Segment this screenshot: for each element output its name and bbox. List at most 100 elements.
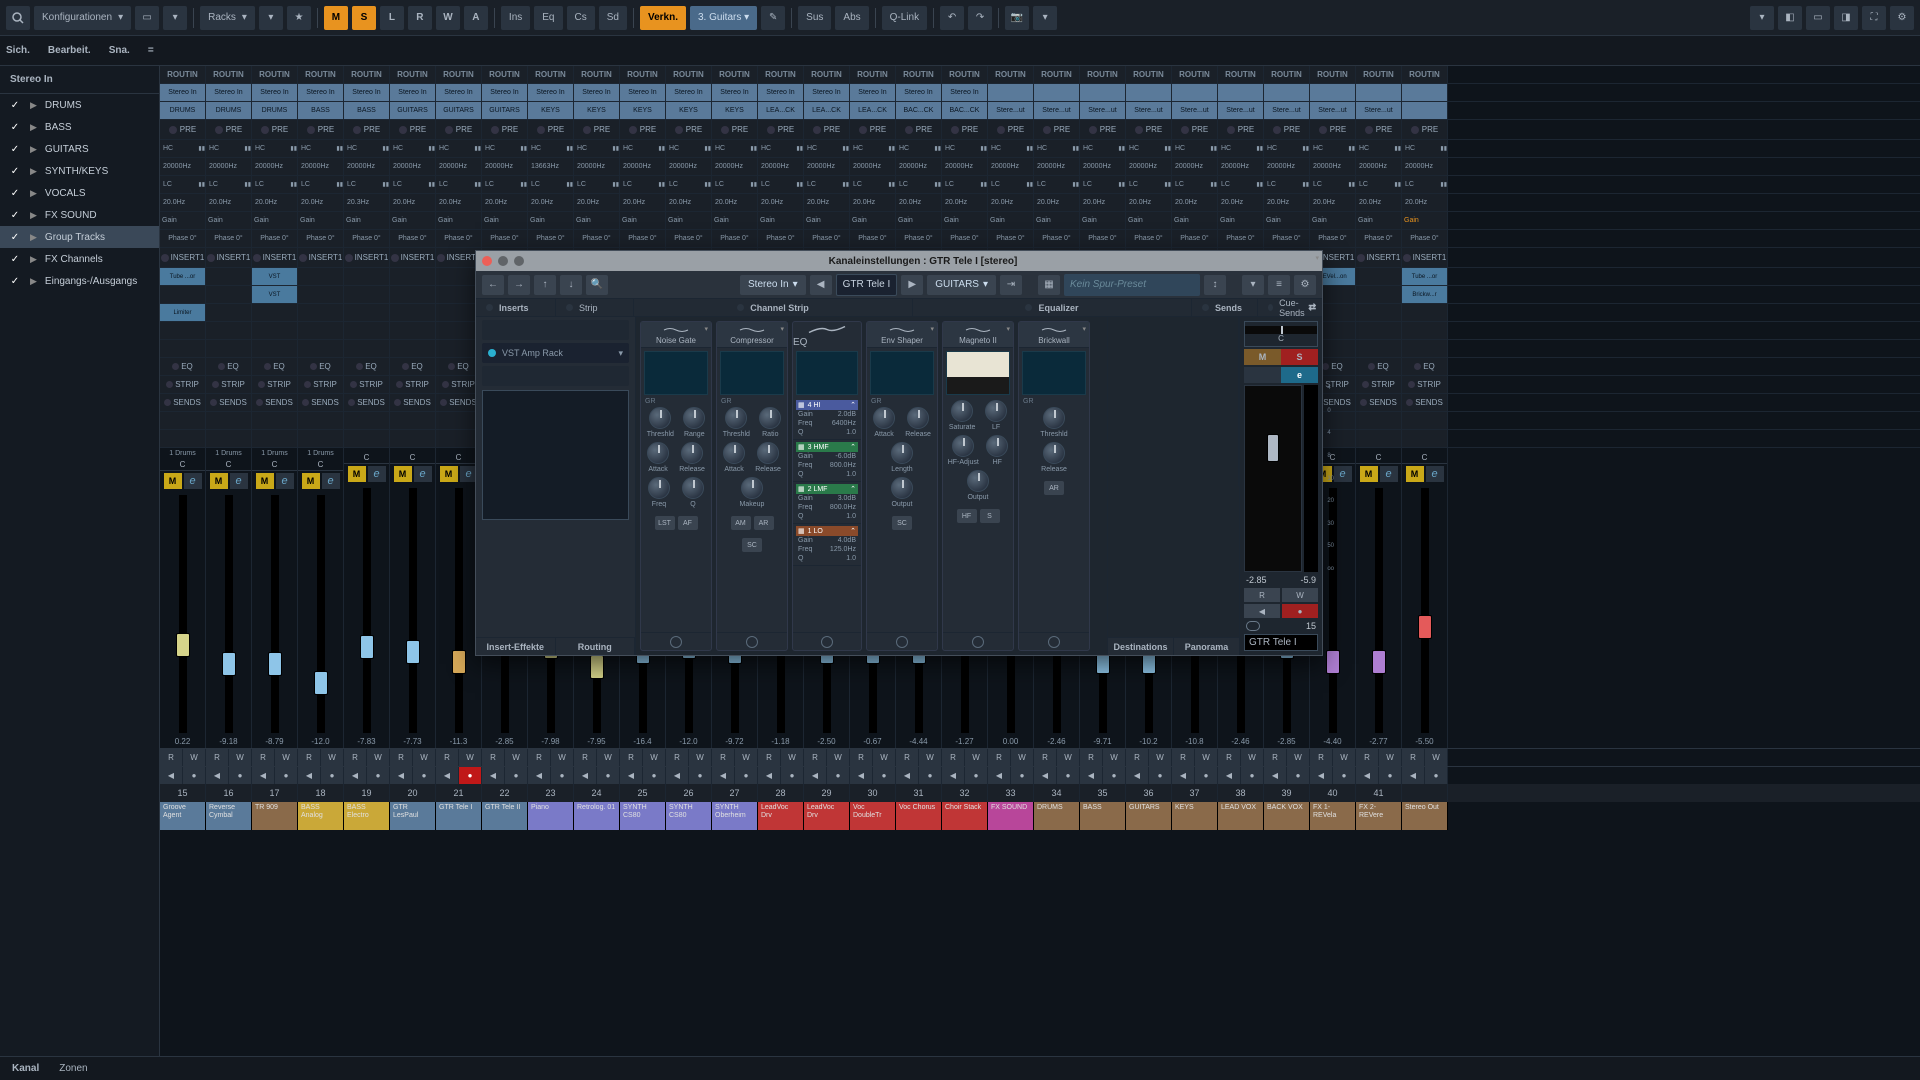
insert-slot[interactable] [390,304,436,321]
release-knob[interactable]: Release [755,442,781,473]
solo-button[interactable]: S [1281,349,1318,365]
channel-name[interactable]: Voc DoubleTr [850,802,896,830]
lowcut-freq[interactable]: 20.0Hz [666,194,712,211]
channelstrip-tab[interactable]: Channel Strip⇄ [634,299,913,316]
phase-field[interactable]: Phase 0° [206,230,252,247]
edit-button[interactable]: e [276,473,294,489]
write-button[interactable]: W [781,749,803,766]
output-slot[interactable]: LEA...CK [758,102,804,119]
read-button[interactable]: R [436,749,459,766]
output-slot[interactable]: DRUMS [160,102,206,119]
phase-field[interactable]: Phase 0° [758,230,804,247]
output-slot[interactable] [1402,102,1448,119]
power-icon[interactable] [670,636,682,648]
fader-db[interactable]: -7.98 [541,737,559,748]
input-slot[interactable]: Stereo In [160,84,206,101]
write-button[interactable]: W [505,749,527,766]
mute-button[interactable]: M [440,466,458,482]
fader-db[interactable]: -2.46 [1047,737,1065,748]
lowcut-freq[interactable]: 20.0Hz [620,194,666,211]
channel-name[interactable]: LeadVoc Drv [804,802,850,830]
pan-control[interactable]: C [1244,321,1318,347]
read-button[interactable]: R [1264,749,1287,766]
highcut-freq[interactable]: 20000Hz [1034,158,1080,175]
mute-button[interactable]: M [164,473,182,489]
lowcut-freq[interactable]: 20.0Hz [850,194,896,211]
inserts-bypass[interactable]: Ins [501,6,530,30]
gain-field[interactable]: Gain [942,212,988,229]
insert-effects-tab[interactable]: Insert-Effekte [476,638,556,655]
write-button[interactable]: W [1103,749,1125,766]
fader-track[interactable] [1421,488,1429,733]
lowcut-freq[interactable]: 20.0Hz [574,194,620,211]
saturate-knob[interactable]: Saturate [949,400,975,431]
listen-button[interactable] [1244,367,1281,383]
read-button[interactable]: R [620,749,643,766]
write-button[interactable]: W [1425,749,1447,766]
visibility-item[interactable]: ✓▶FX Channels [0,248,159,270]
phase-field[interactable]: Phase 0° [1080,230,1126,247]
insert-slot-empty[interactable] [1356,322,1402,339]
expand-icon[interactable]: ▶ [30,232,37,243]
input-slot[interactable]: Stereo In [344,84,390,101]
read-button[interactable]: R [1080,749,1103,766]
fader-db[interactable]: 0.22 [175,737,191,748]
input-slot[interactable]: Stereo In [804,84,850,101]
chevron-down-icon[interactable]: ▾ [259,6,283,30]
insert-slot[interactable] [1356,286,1402,303]
edit-button[interactable]: e [1281,367,1318,383]
fader-db[interactable]: -9.18 [219,737,237,748]
fader-db[interactable]: -2.77 [1369,737,1387,748]
highcut-freq[interactable]: 20000Hz [252,158,298,175]
gain-field[interactable]: Gain [298,212,344,229]
monitor-button[interactable]: ◀ [390,767,413,784]
edit-button[interactable]: e [1426,466,1444,482]
fader-db[interactable]: -7.95 [587,737,605,748]
power-icon[interactable] [1048,636,1060,648]
release-knob[interactable]: Release [679,442,705,473]
input-slot[interactable] [1402,84,1448,101]
send-slot[interactable] [160,412,206,429]
fader-db[interactable]: -4.40 [1323,737,1341,748]
highcut-freq[interactable]: 20000Hz [1126,158,1172,175]
input-slot[interactable] [1126,84,1172,101]
highcut-freq[interactable]: 20000Hz [1402,158,1448,175]
load-preset-icon[interactable]: ▦ [1038,275,1060,295]
lowcut-freq[interactable]: 20.0Hz [436,194,482,211]
insert-slot[interactable] [206,304,252,321]
strip-tab[interactable]: Strip [556,299,634,316]
output-slot[interactable]: BAC...CK [942,102,988,119]
lowcut-freq[interactable]: 20.0Hz [758,194,804,211]
output-slot[interactable]: GUITARS [436,102,482,119]
insert-slot-empty[interactable] [390,322,436,339]
output-slot[interactable]: KEYS [712,102,758,119]
insert-slot-empty[interactable] [1402,322,1448,339]
read-button[interactable]: R [1172,749,1195,766]
send-slot[interactable] [298,412,344,429]
read-button[interactable]: R [298,749,321,766]
highcut-freq[interactable]: 20000Hz [988,158,1034,175]
input-slot[interactable] [1356,84,1402,101]
phase-field[interactable]: Phase 0° [1264,230,1310,247]
threshld-knob[interactable]: Threshld [1040,407,1067,438]
fader-track[interactable] [271,495,279,733]
channel-name[interactable]: GTR Tele I [436,802,482,830]
panorama-tab[interactable]: Panorama [1174,638,1240,655]
channel-name[interactable]: FX 2-REVere [1356,802,1402,830]
zonen-tab[interactable]: Zonen [59,1063,87,1074]
camera-icon[interactable]: 📷 [1005,6,1029,30]
gain-field[interactable]: Gain [1264,212,1310,229]
star-icon[interactable]: ★ [287,6,311,30]
monitor-button[interactable]: ◀ [712,767,735,784]
channel-name[interactable]: SYNTH CS80 [666,802,712,830]
read-button[interactable]: R [1356,749,1379,766]
lowcut-freq[interactable]: 20.0Hz [712,194,758,211]
insert-slot[interactable] [160,286,206,303]
gain-field[interactable]: Gain [528,212,574,229]
monitor-button[interactable]: ◀ [1356,767,1379,784]
fader-db[interactable]: -8.79 [265,737,283,748]
output-slot[interactable]: Stere...ut [1080,102,1126,119]
insert-slot[interactable] [298,268,344,285]
channel-name[interactable]: KEYS [1172,802,1218,830]
record-button[interactable]: ● [1425,767,1447,784]
